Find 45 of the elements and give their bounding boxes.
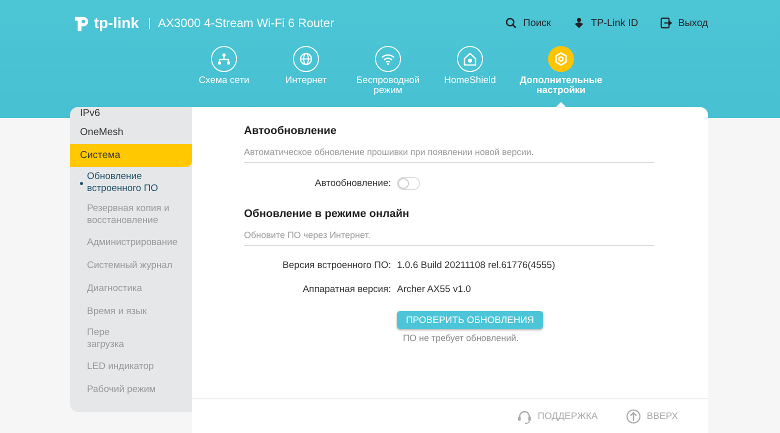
sidebar-item[interactable]: OneMesh <box>70 121 192 144</box>
field-value: 1.0.6 Build 20211108 rel.61776(4555) <box>397 260 556 271</box>
section-description: Обновите ПО через Интернет. <box>244 230 654 246</box>
sidebar-item[interactable]: IPv6 <box>70 107 192 121</box>
wifi-icon <box>381 52 395 66</box>
toggle-switch[interactable] <box>397 177 420 190</box>
section-title: Обновление в режиме онлайн <box>244 208 410 220</box>
person-icon <box>572 17 585 29</box>
nav-tab[interactable]: HomeShield <box>429 46 511 107</box>
sidebar-subitem[interactable]: Обновление встроенного ПО <box>70 167 192 199</box>
search-icon <box>505 17 518 29</box>
section-description: Автоматическое обновление прошивки при появлении новой версии. <box>244 147 654 163</box>
sidebar-subitem[interactable]: Время и язык <box>70 300 192 323</box>
sidebar-subitem[interactable]: Резервная копия и восстановление <box>70 199 192 231</box>
network-icon <box>217 52 231 66</box>
headset-icon <box>516 408 532 424</box>
field-value: Archer AX55 v1.0 <box>397 284 471 295</box>
logout-icon <box>660 17 672 29</box>
field-label: Версия встроенного ПО: <box>282 260 391 271</box>
sidebar-subitem[interactable]: Рабочий режим <box>70 378 192 401</box>
check-updates-button[interactable]: ПРОВЕРИТЬ ОБНОВЛЕНИЯ <box>397 311 543 329</box>
home-shield-icon <box>463 52 477 66</box>
header-link[interactable]: TP-Link ID <box>572 17 638 29</box>
sidebar-subitem[interactable]: Диагностика <box>70 277 192 300</box>
arrow-up-icon <box>626 408 641 424</box>
section-title: Автообновление <box>244 125 338 137</box>
field-label: Автообновление: <box>314 178 391 189</box>
nav-tab[interactable]: Схема сети <box>183 46 265 107</box>
sidebar-subitem[interactable]: Пере загрузка <box>70 323 192 355</box>
footer-link[interactable]: ПОДДЕРЖКА <box>516 408 598 424</box>
footer-link[interactable]: ВВЕРХ <box>626 408 678 424</box>
sidebar-item[interactable]: Система <box>70 144 192 167</box>
globe-icon <box>299 52 313 66</box>
model-name: AX3000 4-Stream Wi-Fi 6 Router <box>158 16 334 30</box>
gear-icon <box>554 52 568 66</box>
sidebar-subitem[interactable]: Системный журнал <box>70 254 192 277</box>
field-label: Аппаратная версия: <box>302 284 391 295</box>
nav-tab[interactable]: Интернет <box>265 46 347 107</box>
sidebar-subitem[interactable]: LED индикатор <box>70 355 192 378</box>
nav-tab[interactable]: Беспроводной режим <box>347 46 429 107</box>
logo-text: tp-link <box>94 14 139 32</box>
sidebar-subitem[interactable]: Администрирование <box>70 231 192 254</box>
header-link[interactable]: Поиск <box>505 17 551 29</box>
header-link[interactable]: Выход <box>660 17 708 29</box>
status-note: ПО не требует обновлений. <box>403 333 519 343</box>
